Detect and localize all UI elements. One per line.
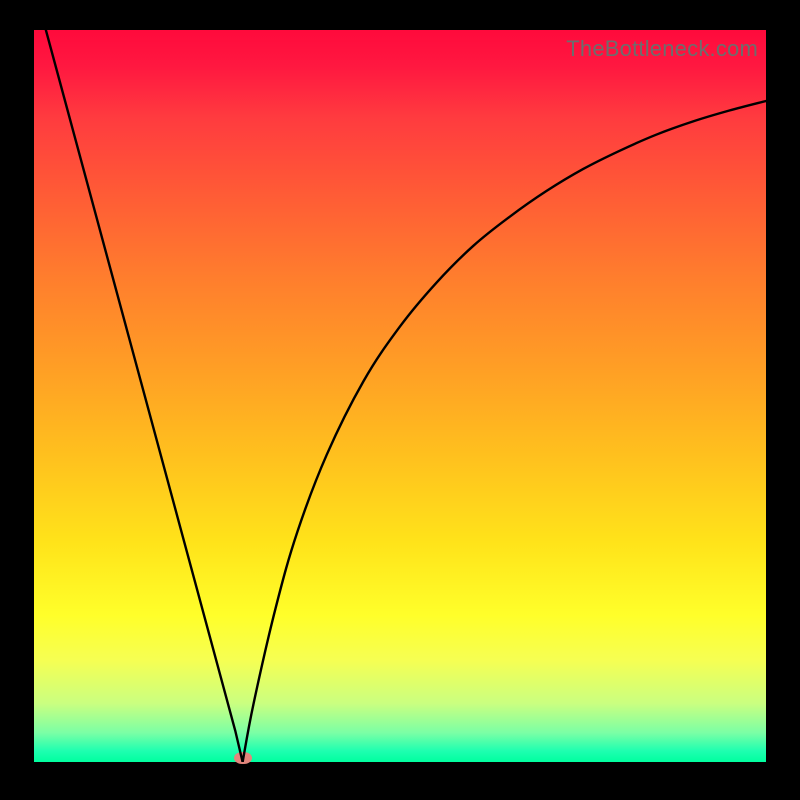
vertex-marker	[234, 752, 252, 764]
chart-curve	[34, 30, 766, 762]
watermark-text: TheBottleneck.com	[566, 36, 758, 62]
chart-plot-area: TheBottleneck.com	[34, 30, 766, 762]
